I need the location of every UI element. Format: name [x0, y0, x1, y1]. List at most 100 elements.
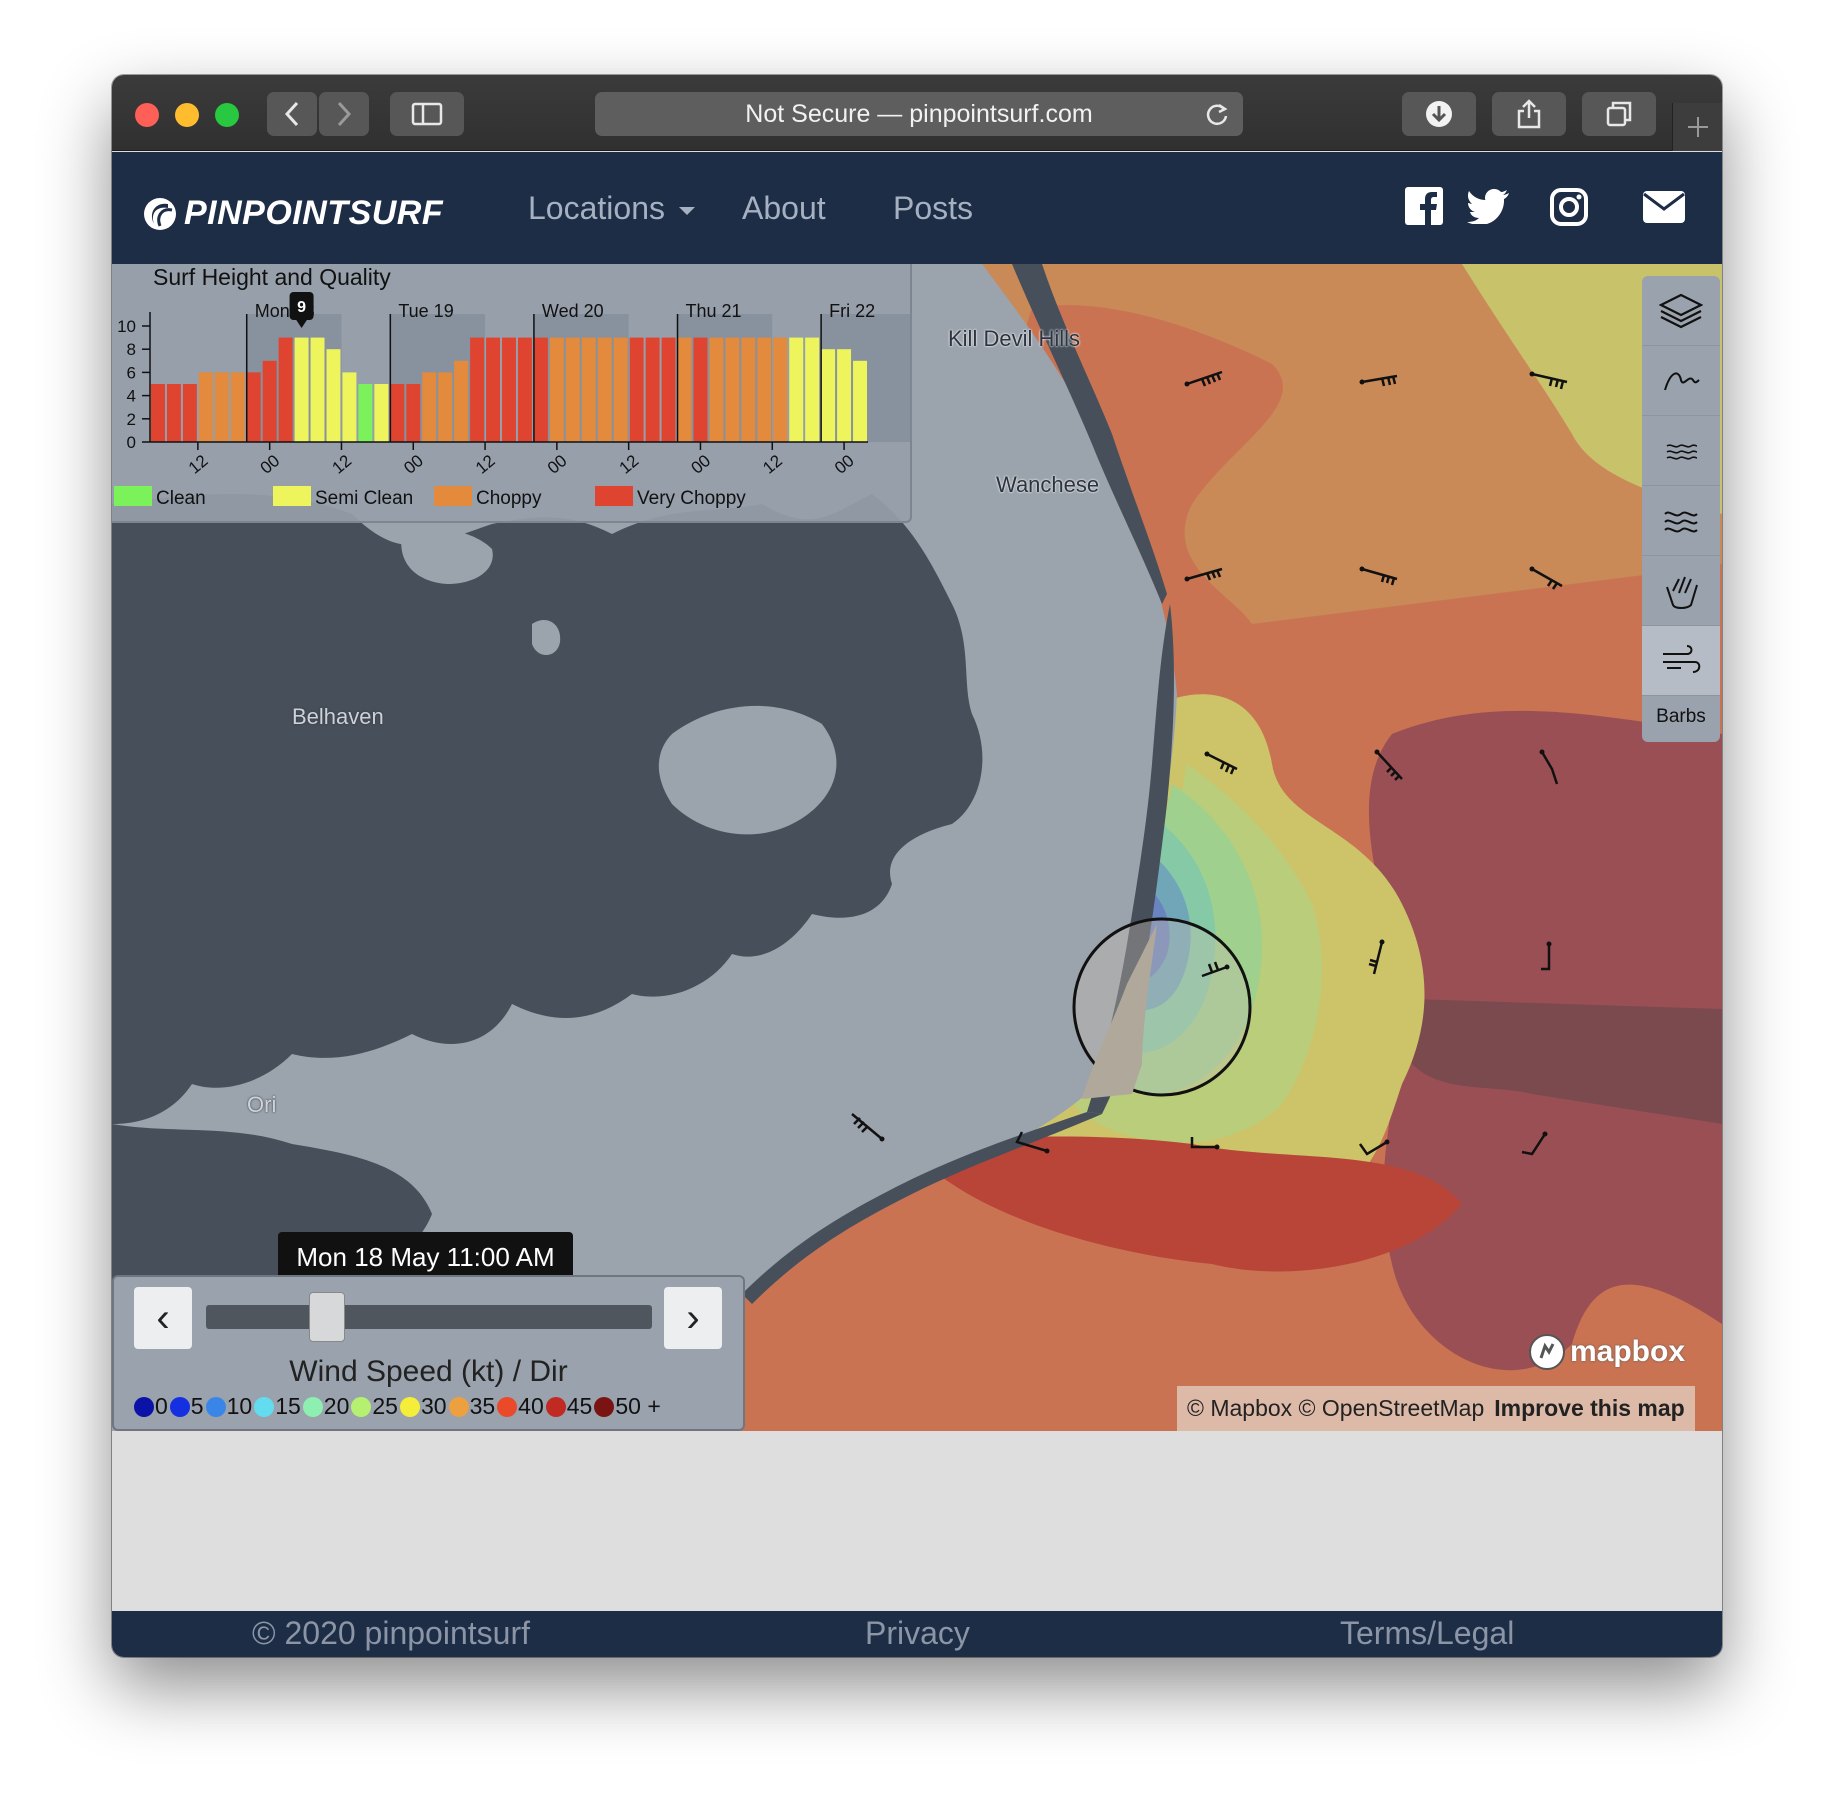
nav-posts-link[interactable]: Posts	[893, 190, 973, 227]
legend-swatch-sc	[273, 486, 311, 506]
surf-bar	[294, 337, 309, 442]
chevron-left-icon	[284, 101, 299, 127]
surf-bar	[565, 337, 580, 442]
time-slider-track[interactable]	[206, 1292, 652, 1342]
wind-barb	[1540, 751, 1559, 785]
wind-barb	[1541, 944, 1551, 971]
nav-locations-dropdown[interactable]: Locations	[528, 190, 696, 227]
surf-bar	[549, 337, 564, 442]
sidebar-icon	[411, 102, 443, 126]
wind-barb	[1186, 370, 1223, 387]
wind-barb	[851, 1113, 883, 1140]
wind-legend-value: 30	[420, 1393, 447, 1419]
day-label: Thu 21	[686, 301, 742, 321]
wind-barb	[1186, 567, 1223, 581]
plus-icon	[1687, 117, 1708, 137]
legend-swatch-cl	[114, 486, 152, 506]
improve-map-link[interactable]: Improve this map	[1494, 1395, 1684, 1422]
wind-legend-swatch	[169, 1396, 190, 1417]
forecast-map[interactable]: Kill Devil Hills Wanchese Belhaven Ori S…	[112, 264, 1722, 1431]
facebook-icon[interactable]	[1404, 186, 1444, 226]
address-bar[interactable]: Not Secure — pinpointsurf.com	[595, 92, 1243, 136]
wind-barb	[1521, 1133, 1547, 1156]
map-label-wanchese: Wanchese	[996, 472, 1100, 497]
surf-bar	[853, 360, 867, 442]
surf-bar	[741, 337, 756, 442]
surf-bar	[709, 337, 724, 442]
surf-bar	[629, 337, 644, 442]
waves-layer-button[interactable]	[1642, 486, 1720, 556]
minimize-window-icon[interactable]	[175, 103, 199, 127]
brand-logo[interactable]: PINPOINTSURF	[142, 194, 443, 233]
surf-bar	[246, 372, 261, 442]
time-slider-panel: ‹ › Wind Speed (kt) / Dir 0 5 10 15 20 25 30 35…	[112, 1275, 745, 1431]
download-icon	[1426, 101, 1452, 127]
y-tick-label: 0	[127, 433, 136, 452]
legend-label-vc: Very Choppy	[637, 488, 746, 509]
surf-bar	[166, 384, 181, 442]
wind-barb	[1376, 751, 1403, 781]
sea-layer-button[interactable]	[1642, 416, 1720, 486]
surf-bar	[677, 337, 692, 442]
attribution-text[interactable]: © Mapbox © OpenStreetMap	[1187, 1395, 1484, 1422]
surf-bar	[725, 337, 740, 442]
shaka-icon	[1666, 576, 1698, 609]
time-slider-thumb[interactable]	[308, 1292, 345, 1342]
tabs-icon	[1606, 101, 1632, 127]
surf-height-chart[interactable]: 024681012 00 12 00 12 00 12 00 12 00Mon 18 Tue 19 W…	[112, 264, 912, 523]
footer-copyright: © 2020 pinpointsurf	[252, 1615, 530, 1651]
wind-barb	[1358, 1140, 1388, 1156]
day-label: Tue 19	[398, 301, 453, 321]
surf-bar	[581, 337, 596, 442]
mapbox-logo-icon	[1529, 1334, 1565, 1370]
x-tick-label: 00	[400, 451, 427, 478]
site-footer: © 2020 pinpointsurf Privacy Terms/Legal	[112, 1611, 1722, 1657]
zoom-window-icon[interactable]	[215, 103, 239, 127]
prev-time-button[interactable]: ‹	[134, 1287, 192, 1349]
mapbox-logo[interactable]: mapbox	[1527, 1332, 1685, 1372]
caret-down-icon	[678, 206, 695, 215]
wind-barbs-layer-button[interactable]	[1642, 626, 1720, 696]
surf-bar	[438, 372, 453, 442]
surf-bar	[693, 337, 708, 442]
surf-bar	[358, 384, 373, 442]
x-tick-label: 00	[544, 451, 571, 478]
reload-icon[interactable]	[1205, 102, 1229, 126]
share-button[interactable]	[1492, 92, 1566, 136]
forward-button[interactable]	[319, 92, 369, 136]
wind-legend-swatch	[351, 1396, 372, 1417]
close-window-icon[interactable]	[135, 103, 159, 127]
chevron-right-icon	[337, 101, 352, 127]
nav-about-link[interactable]: About	[742, 190, 826, 227]
email-icon[interactable]	[1642, 190, 1686, 224]
surf-bar	[613, 337, 628, 442]
surf-bar	[597, 337, 612, 442]
downloads-button[interactable]	[1402, 92, 1476, 136]
surf-bar	[502, 337, 516, 442]
legend-label-cl: Clean	[156, 488, 206, 509]
surf-layer-button[interactable]	[1642, 556, 1720, 626]
sea-icon	[1666, 443, 1698, 460]
surf-bar	[374, 384, 389, 442]
x-tick-label: 12	[185, 451, 212, 478]
new-tab-button[interactable]	[1672, 103, 1722, 151]
footer-privacy-link[interactable]: Privacy	[865, 1615, 970, 1652]
next-time-button[interactable]: ›	[664, 1287, 722, 1349]
surf-bar	[262, 360, 277, 442]
twitter-icon[interactable]	[1467, 188, 1511, 224]
map-attribution: © Mapbox © OpenStreetMap Improve this ma…	[1177, 1386, 1695, 1431]
surf-bar	[533, 337, 548, 442]
x-tick-label: 00	[257, 451, 284, 478]
footer-terms-link[interactable]: Terms/Legal	[1340, 1615, 1514, 1652]
wind-legend-swatch	[448, 1396, 469, 1417]
back-button[interactable]	[267, 92, 317, 136]
wind-legend-swatch	[497, 1396, 518, 1417]
wind-barb	[1368, 941, 1384, 975]
swell-layer-button[interactable]	[1642, 346, 1720, 416]
instagram-icon[interactable]	[1549, 187, 1589, 227]
sidebar-toggle-button[interactable]	[390, 92, 464, 136]
layers-button[interactable]	[1642, 276, 1720, 346]
tabs-overview-button[interactable]	[1582, 92, 1656, 136]
active-layer-label: Barbs	[1656, 706, 1706, 727]
nav-locations-label: Locations	[528, 190, 665, 226]
